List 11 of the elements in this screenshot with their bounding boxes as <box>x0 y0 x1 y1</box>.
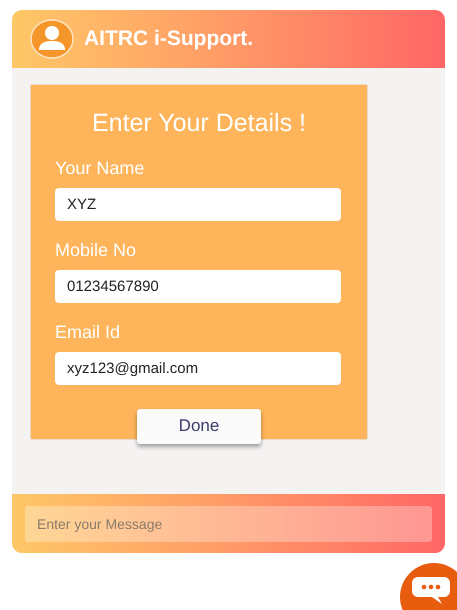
speech-bubble-icon <box>412 577 450 605</box>
field-label: Your Name <box>55 156 146 180</box>
user-avatar-icon <box>30 19 74 59</box>
input-field[interactable]: xyz123@gmail.com <box>55 352 341 384</box>
form-title: Enter Your Details ! <box>90 108 307 139</box>
input-field[interactable]: 01234567890 <box>55 270 341 302</box>
input-field[interactable]: XYZ <box>55 188 341 220</box>
done-button[interactable]: Done <box>137 408 261 444</box>
field-label: Email Id <box>55 320 122 344</box>
chat-title: AITRC i-Support. <box>84 26 254 52</box>
field-label: Mobile No <box>55 238 138 262</box>
